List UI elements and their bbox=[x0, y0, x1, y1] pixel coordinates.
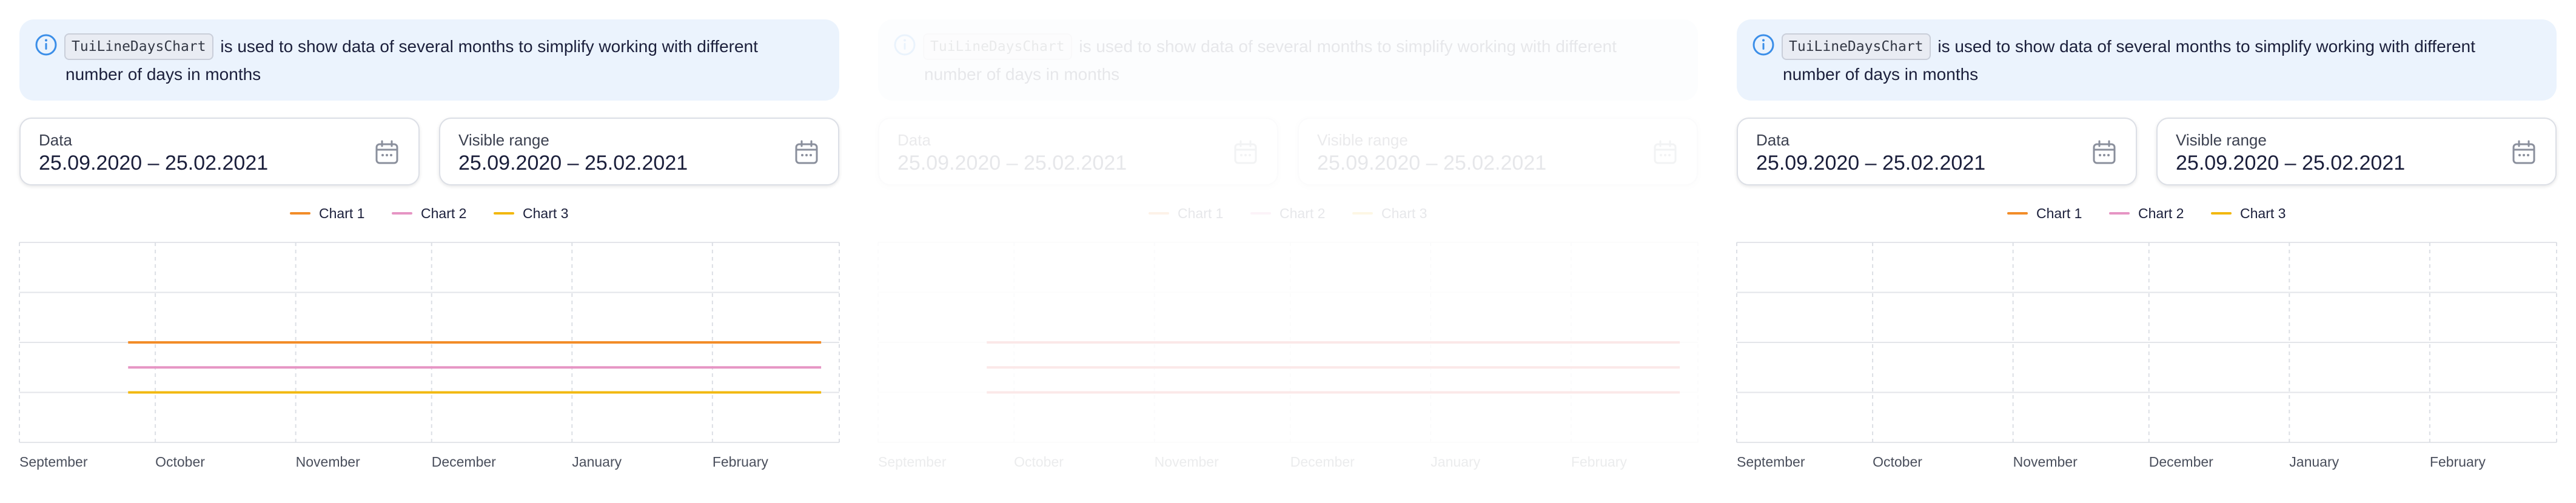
calendar-icon[interactable] bbox=[793, 139, 820, 166]
x-tick-label: November bbox=[1155, 454, 1219, 470]
legend-item[interactable]: Chart 2 bbox=[392, 203, 466, 224]
legend-label: Chart 2 bbox=[1280, 205, 1326, 221]
legend-swatch bbox=[290, 212, 310, 215]
x-tick-label: October bbox=[1014, 454, 1064, 470]
chart-legend: Chart 1 Chart 2 Chart 3 bbox=[0, 203, 859, 224]
notification-text-line-1: is used to show data of several months t… bbox=[220, 37, 758, 56]
x-tick-label: October bbox=[1873, 454, 1922, 470]
x-tick-label: September bbox=[878, 454, 947, 470]
component-code: TuiLineDaysChart bbox=[1782, 33, 1931, 60]
legend-item[interactable]: Chart 1 bbox=[2007, 203, 2082, 224]
legend-item[interactable]: Chart 3 bbox=[2211, 203, 2286, 224]
x-tick-label: February bbox=[1571, 454, 1628, 470]
legend-swatch bbox=[1352, 212, 1373, 215]
legend-label: Chart 3 bbox=[523, 205, 569, 221]
legend-label: Chart 1 bbox=[319, 205, 365, 221]
visible-range-field[interactable]: Visible range 25.09.2020 – 25.02.2021 bbox=[2156, 118, 2557, 185]
legend-label: Chart 3 bbox=[2240, 205, 2286, 221]
field-label: Visible range bbox=[458, 131, 549, 149]
legend-item[interactable]: Chart 3 bbox=[1352, 203, 1427, 224]
info-icon bbox=[893, 33, 917, 57]
notification-text-line-2: number of days in months bbox=[65, 65, 261, 84]
legend-label: Chart 1 bbox=[1178, 205, 1224, 221]
calendar-icon[interactable] bbox=[1652, 139, 1679, 166]
x-tick-label: January bbox=[2289, 454, 2339, 470]
line-days-chart: September October November December January F… bbox=[19, 242, 840, 470]
notification-text: TuiLineDaysChart is used to show data of… bbox=[64, 33, 817, 88]
chart-legend: Chart 1 Chart 2 Chart 3 bbox=[859, 203, 1717, 224]
legend-label: Chart 1 bbox=[2036, 205, 2082, 221]
demo-panel: TuiLineDaysChart is used to show data of… bbox=[1717, 0, 2576, 503]
x-tick-label: December bbox=[1290, 454, 1355, 470]
line-days-chart: September October November December January F… bbox=[877, 242, 1699, 470]
field-label: Visible range bbox=[2176, 131, 2267, 149]
legend-swatch bbox=[2007, 212, 2028, 215]
visible-range-field[interactable]: Visible range 25.09.2020 – 25.02.2021 bbox=[1298, 118, 1698, 185]
notification: TuiLineDaysChart is used to show data of… bbox=[878, 19, 1698, 101]
x-tick-label: January bbox=[1431, 454, 1480, 470]
x-tick-label: December bbox=[2149, 454, 2213, 470]
legend-item[interactable]: Chart 1 bbox=[290, 203, 364, 224]
field-label: Data bbox=[1756, 131, 1789, 149]
notification-text: TuiLineDaysChart is used to show data of… bbox=[1782, 33, 2535, 88]
legend-item[interactable]: Chart 1 bbox=[1149, 203, 1223, 224]
info-icon bbox=[1751, 33, 1776, 57]
notification-text-line-2: number of days in months bbox=[1783, 65, 1979, 84]
info-icon bbox=[34, 33, 58, 57]
notification: TuiLineDaysChart is used to show data of… bbox=[19, 19, 839, 101]
x-tick-label: January bbox=[572, 454, 622, 470]
field-value[interactable]: 25.09.2020 – 25.02.2021 bbox=[1317, 152, 1546, 175]
legend-swatch bbox=[2211, 212, 2232, 215]
x-tick-label: December bbox=[432, 454, 496, 470]
field-label: Visible range bbox=[1317, 131, 1408, 149]
chart-legend: Chart 1 Chart 2 Chart 3 bbox=[1717, 203, 2576, 224]
notification-text-line-2: number of days in months bbox=[924, 65, 1120, 84]
legend-swatch bbox=[392, 212, 412, 215]
data-date-range-field[interactable]: Data 25.09.2020 – 25.02.2021 bbox=[878, 118, 1278, 185]
x-tick-label: September bbox=[19, 454, 88, 470]
x-tick-label: September bbox=[1737, 454, 1805, 470]
x-tick-label: November bbox=[2013, 454, 2078, 470]
notification: TuiLineDaysChart is used to show data of… bbox=[1737, 19, 2557, 101]
calendar-icon[interactable] bbox=[2511, 139, 2537, 166]
component-code: TuiLineDaysChart bbox=[923, 33, 1072, 60]
demo-panel: TuiLineDaysChart is used to show data of… bbox=[859, 0, 1717, 503]
x-tick-label: February bbox=[2430, 454, 2486, 470]
visible-range-field[interactable]: Visible range 25.09.2020 – 25.02.2021 bbox=[439, 118, 839, 185]
legend-label: Chart 3 bbox=[1381, 205, 1427, 221]
legend-swatch bbox=[2109, 212, 2130, 215]
field-value[interactable]: 25.09.2020 – 25.02.2021 bbox=[2176, 152, 2405, 175]
line-days-chart: September October November December January F… bbox=[1736, 242, 2557, 470]
data-date-range-field[interactable]: Data 25.09.2020 – 25.02.2021 bbox=[1737, 118, 2137, 185]
calendar-icon[interactable] bbox=[2091, 139, 2118, 166]
notification-text: TuiLineDaysChart is used to show data of… bbox=[923, 33, 1676, 88]
notification-text-line-1: is used to show data of several months t… bbox=[1937, 37, 2475, 56]
x-tick-label: November bbox=[296, 454, 360, 470]
legend-label: Chart 2 bbox=[421, 205, 467, 221]
legend-label: Chart 2 bbox=[2138, 205, 2184, 221]
field-label: Data bbox=[39, 131, 72, 149]
field-value[interactable]: 25.09.2020 – 25.02.2021 bbox=[39, 152, 268, 175]
legend-swatch bbox=[1250, 212, 1271, 215]
calendar-icon[interactable] bbox=[374, 139, 400, 166]
legend-item[interactable]: Chart 2 bbox=[1250, 203, 1325, 224]
data-date-range-field[interactable]: Data 25.09.2020 – 25.02.2021 bbox=[19, 118, 420, 185]
legend-swatch bbox=[1149, 212, 1169, 215]
calendar-icon[interactable] bbox=[1232, 139, 1259, 166]
legend-item[interactable]: Chart 2 bbox=[2109, 203, 2184, 224]
field-value[interactable]: 25.09.2020 – 25.02.2021 bbox=[458, 152, 688, 175]
legend-item[interactable]: Chart 3 bbox=[494, 203, 568, 224]
notification-text-line-1: is used to show data of several months t… bbox=[1079, 37, 1617, 56]
field-value[interactable]: 25.09.2020 – 25.02.2021 bbox=[1756, 152, 1985, 175]
component-code: TuiLineDaysChart bbox=[64, 33, 213, 60]
x-tick-label: February bbox=[713, 454, 769, 470]
field-value[interactable]: 25.09.2020 – 25.02.2021 bbox=[897, 152, 1127, 175]
demo-panel: TuiLineDaysChart is used to show data of… bbox=[0, 0, 859, 503]
x-tick-label: October bbox=[155, 454, 205, 470]
field-label: Data bbox=[897, 131, 931, 149]
legend-swatch bbox=[494, 212, 514, 215]
